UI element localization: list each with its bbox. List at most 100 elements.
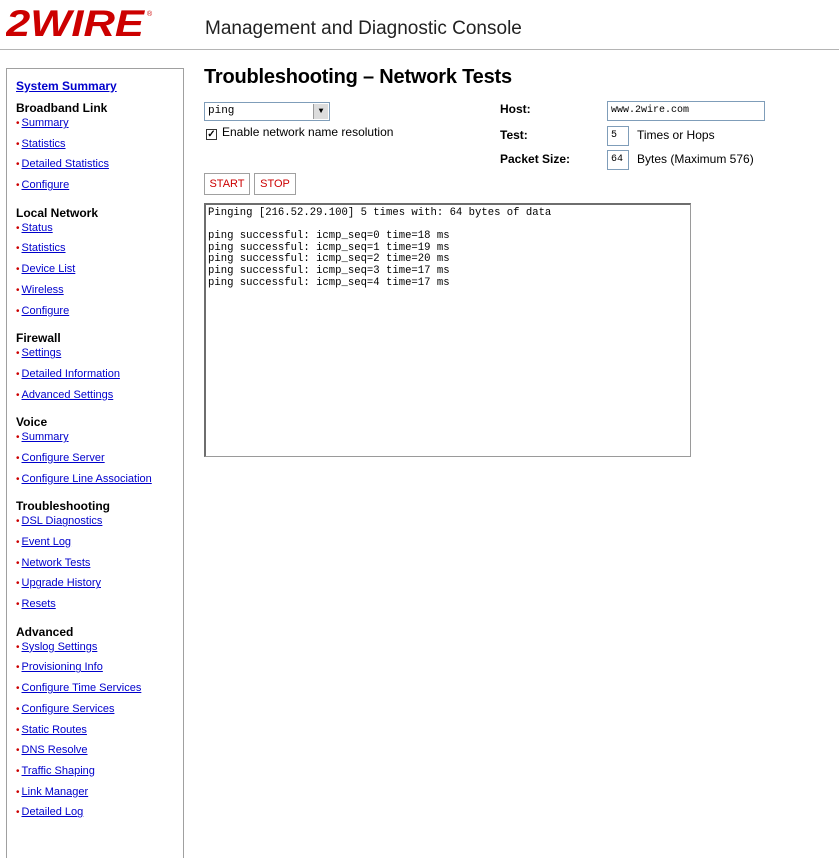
test-type-select[interactable]: ping ▼ [204, 102, 330, 121]
host-input[interactable]: www.2wire.com [607, 101, 765, 121]
sidebar-item-troubleshooting-event-log[interactable]: • Event Log [16, 535, 183, 556]
sidebar-item-label[interactable]: Device List [22, 263, 76, 275]
packet-size-unit: Bytes (Maximum 576) [637, 152, 754, 166]
test-count-unit: Times or Hops [637, 128, 715, 142]
bullet-icon: • [16, 368, 20, 380]
enable-resolution-checkbox[interactable]: ✓ [206, 129, 217, 140]
sidebar-item-firewall-settings[interactable]: • Settings [16, 346, 183, 367]
sidebar-item-label[interactable]: Status [22, 222, 53, 234]
sidebar-item-label[interactable]: Configure Line Association [22, 473, 152, 485]
2wire-logo: 2WIRE ® [6, 4, 153, 42]
sidebar-item-local-network-device-list[interactable]: • Device List [16, 262, 183, 283]
test-count-input[interactable]: 5 [607, 126, 629, 146]
sidebar-item-label[interactable]: Syslog Settings [22, 641, 98, 653]
system-summary-link[interactable]: System Summary [16, 79, 183, 93]
enable-resolution-label: Enable network name resolution [222, 125, 394, 139]
sidebar-item-local-network-status[interactable]: • Status [16, 221, 183, 242]
sidebar-item-troubleshooting-upgrade-history[interactable]: • Upgrade History [16, 576, 183, 597]
start-button[interactable]: START [204, 173, 250, 195]
sidebar-item-label[interactable]: Configure Time Services [22, 682, 142, 694]
sidebar-item-label[interactable]: Advanced Settings [22, 389, 114, 401]
sidebar-item-label[interactable]: Detailed Information [22, 368, 120, 380]
sidebar-item-broadband-link-configure[interactable]: • Configure [16, 178, 183, 199]
test-count-label: Test: [500, 128, 528, 142]
sidebar-item-label[interactable]: Event Log [22, 536, 72, 548]
sidebar-item-label[interactable]: Link Manager [22, 786, 89, 798]
sidebar-item-label[interactable]: Summary [22, 431, 69, 443]
bullet-icon: • [16, 557, 20, 569]
sidebar-item-label[interactable]: Configure [22, 179, 70, 191]
sidebar-item-broadband-link-summary[interactable]: • Summary [16, 116, 183, 137]
bullet-icon: • [16, 724, 20, 736]
sidebar-item-label[interactable]: Network Tests [22, 557, 91, 569]
sidebar-item-label[interactable]: Settings [22, 347, 62, 359]
sidebar-item-label[interactable]: DSL Diagnostics [22, 515, 103, 527]
sidebar-item-troubleshooting-network-tests[interactable]: • Network Tests [16, 556, 183, 577]
bullet-icon: • [16, 662, 20, 674]
sidebar-item-local-network-configure[interactable]: • Configure [16, 304, 183, 325]
sidebar-item-label[interactable]: Static Routes [22, 724, 87, 736]
sidebar-item-label[interactable]: Configure [22, 305, 70, 317]
sidebar-item-troubleshooting-resets[interactable]: • Resets [16, 597, 183, 618]
sidebar-item-label[interactable]: Resets [22, 598, 56, 610]
sidebar-item-label[interactable]: Traffic Shaping [22, 765, 95, 777]
sidebar-item-label[interactable]: Detailed Statistics [22, 158, 109, 170]
sidebar-item-local-network-statistics[interactable]: • Statistics [16, 241, 183, 262]
svg-text:®: ® [147, 10, 153, 18]
bullet-icon: • [16, 180, 20, 192]
sidebar-item-advanced-configure-services[interactable]: • Configure Services [16, 702, 183, 723]
bullet-icon: • [16, 641, 20, 653]
sidebar-item-advanced-static-routes[interactable]: • Static Routes [16, 723, 183, 744]
header-divider [0, 49, 839, 50]
bullet-icon: • [16, 765, 20, 777]
sidebar-item-advanced-detailed-log[interactable]: • Detailed Log [16, 805, 183, 826]
bullet-icon: • [16, 305, 20, 317]
sidebar-item-label[interactable]: Statistics [22, 242, 66, 254]
bullet-icon: • [16, 745, 20, 757]
enable-resolution-row: ✓ Enable network name resolution [206, 125, 393, 140]
sidebar-item-voice-configure-line-association[interactable]: • Configure Line Association [16, 472, 183, 493]
test-type-value: ping [208, 105, 235, 117]
sidebar-item-advanced-traffic-shaping[interactable]: • Traffic Shaping [16, 764, 183, 785]
sidebar-item-firewall-detailed-information[interactable]: • Detailed Information [16, 367, 183, 388]
sidebar-item-label[interactable]: Provisioning Info [22, 661, 103, 673]
main-content: Troubleshooting – Network Tests ping ▼ ✓… [204, 66, 824, 466]
sidebar-item-label[interactable]: Statistics [22, 138, 66, 150]
sidebar-item-label[interactable]: Upgrade History [22, 577, 101, 589]
sidebar-item-label[interactable]: Summary [22, 117, 69, 129]
header: 2WIRE ® Management and Diagnostic Consol… [0, 0, 839, 50]
sidebar-item-firewall-advanced-settings[interactable]: • Advanced Settings [16, 388, 183, 409]
sidebar-item-advanced-provisioning-info[interactable]: • Provisioning Info [16, 660, 183, 681]
sidebar-item-label[interactable]: Detailed Log [22, 806, 84, 818]
sidebar-item-voice-configure-server[interactable]: • Configure Server [16, 451, 183, 472]
chevron-down-icon[interactable]: ▼ [313, 104, 328, 119]
bullet-icon: • [16, 159, 20, 171]
stop-button[interactable]: STOP [254, 173, 296, 195]
sidebar-item-advanced-link-manager[interactable]: • Link Manager [16, 785, 183, 806]
bullet-icon: • [16, 578, 20, 590]
test-output-textarea[interactable]: Pinging [216.52.29.100] 5 times with: 64… [204, 203, 691, 457]
svg-text:2WIRE: 2WIRE [6, 4, 146, 42]
section-heading-troubleshooting: Troubleshooting [16, 499, 110, 514]
sidebar-item-broadband-link-statistics[interactable]: • Statistics [16, 137, 183, 158]
sidebar-item-label[interactable]: Configure Server [22, 452, 105, 464]
bullet-icon: • [16, 516, 20, 528]
sidebar-item-local-network-wireless[interactable]: • Wireless [16, 283, 183, 304]
packet-size-input[interactable]: 64 [607, 150, 629, 170]
bullet-icon: • [16, 703, 20, 715]
section-heading-broadband-link: Broadband Link [16, 101, 108, 115]
console-title: Management and Diagnostic Console [205, 18, 522, 39]
sidebar-item-label[interactable]: Wireless [22, 284, 64, 296]
sidebar-item-troubleshooting-dsl-diagnostics[interactable]: • DSL Diagnostics [16, 514, 183, 535]
bullet-icon: • [16, 118, 20, 129]
sidebar-item-label[interactable]: Configure Services [22, 703, 115, 715]
sidebar-item-label[interactable]: DNS Resolve [22, 744, 88, 756]
sidebar-item-broadband-link-detailed-statistics[interactable]: • Detailed Statistics [16, 157, 183, 178]
bullet-icon: • [16, 243, 20, 255]
bullet-icon: • [16, 683, 20, 695]
sidebar-item-voice-summary[interactable]: • Summary [16, 430, 183, 451]
packet-size-label: Packet Size: [500, 152, 571, 166]
sidebar-item-advanced-configure-time-services[interactable]: • Configure Time Services [16, 681, 183, 702]
sidebar-item-advanced-dns-resolve[interactable]: • DNS Resolve [16, 743, 183, 764]
sidebar-item-advanced-syslog-settings[interactable]: • Syslog Settings [16, 640, 183, 661]
